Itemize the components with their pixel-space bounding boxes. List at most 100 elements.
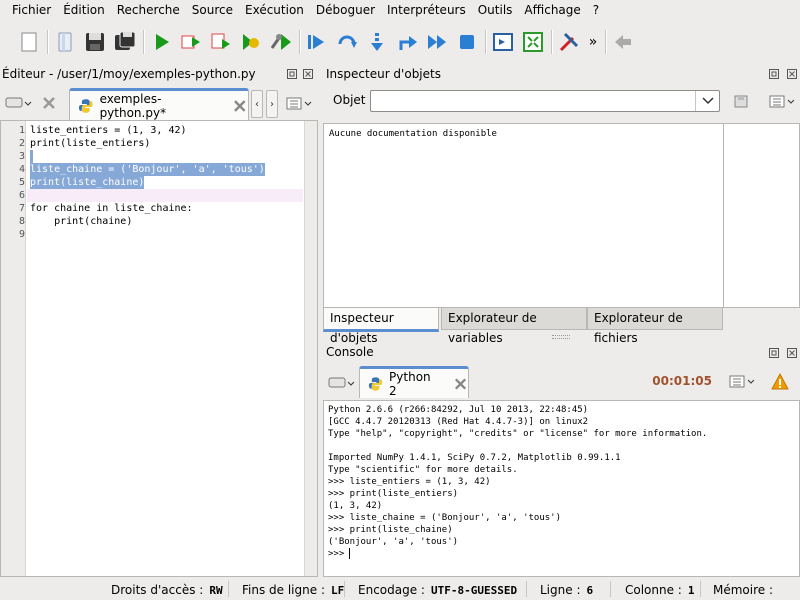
chevron-down-icon[interactable] bbox=[695, 91, 719, 111]
line-number: 2 bbox=[18, 138, 25, 149]
maximize-pane-icon[interactable] bbox=[488, 27, 518, 57]
object-label: Objet bbox=[333, 93, 366, 107]
debug-icon[interactable] bbox=[266, 27, 296, 57]
menu-fichier[interactable]: Fichier bbox=[0, 0, 57, 21]
browse-tabs-icon[interactable] bbox=[327, 374, 355, 392]
close-pane-icon[interactable] bbox=[786, 347, 798, 359]
status-memory: Mémoire : bbox=[713, 583, 774, 597]
save-all-icon[interactable] bbox=[110, 27, 140, 57]
stop-icon[interactable] bbox=[452, 27, 482, 57]
new-file-icon[interactable] bbox=[14, 27, 44, 57]
line-number: 5 bbox=[18, 177, 25, 188]
status-access: Droits d'accès : RW bbox=[111, 583, 223, 597]
current-line-highlight bbox=[27, 189, 303, 202]
menu-source[interactable]: Source bbox=[186, 0, 239, 21]
tools-icon[interactable] bbox=[554, 27, 584, 57]
editor-scrollbar[interactable] bbox=[304, 121, 317, 576]
tab-scroll-left-icon[interactable]: ‹ bbox=[251, 90, 263, 118]
console-line: Type "scientific" for more details. bbox=[328, 465, 518, 475]
code-line-selected: print(liste_chaine) bbox=[30, 176, 145, 189]
line-number-gutter: 1 2 3 4 5 6 7 8 9 bbox=[1, 121, 26, 576]
console-line: (1, 3, 42) bbox=[328, 501, 383, 511]
status-separator bbox=[610, 581, 611, 597]
console-tabbar: Python 2 00:01:05 bbox=[323, 364, 800, 400]
run-config-icon[interactable] bbox=[236, 27, 266, 57]
close-pane-icon[interactable] bbox=[302, 68, 314, 80]
lock-icon[interactable] bbox=[733, 93, 749, 109]
run-icon[interactable] bbox=[146, 27, 176, 57]
console-line: [GCC 4.4.7 20120313 (Red Hat 4.4.7-3)] o… bbox=[328, 417, 589, 427]
warning-icon[interactable] bbox=[771, 373, 789, 391]
fullscreen-icon[interactable] bbox=[518, 27, 548, 57]
step-icon[interactable] bbox=[302, 27, 332, 57]
code-line-selected: liste_chaine = ('Bonjour', 'a', 'tous') bbox=[30, 163, 265, 176]
code-line: liste_entiers = (1, 3, 42) bbox=[30, 125, 187, 136]
console-line: Type "help", "copyright", "credits" or "… bbox=[328, 429, 708, 439]
inspector-tabs: Inspecteur d'objets Explorateur de varia… bbox=[323, 308, 800, 345]
menu-deboguer[interactable]: Déboguer bbox=[310, 0, 381, 21]
continue-icon[interactable] bbox=[392, 27, 422, 57]
console-line: >>> liste_chaine = ('Bonjour', 'a', 'tou… bbox=[328, 513, 561, 523]
run-selection-icon[interactable] bbox=[176, 27, 206, 57]
tab-explorateur-fichiers[interactable]: Explorateur de fichiers bbox=[587, 308, 723, 345]
step-return-icon[interactable] bbox=[362, 27, 392, 57]
tab-label: Python 2 bbox=[389, 369, 431, 398]
line-number: 8 bbox=[18, 216, 25, 227]
browse-tabs-icon[interactable] bbox=[4, 94, 32, 112]
documentation-text: Aucune documentation disponible bbox=[329, 129, 497, 139]
tab-close-icon[interactable] bbox=[232, 98, 248, 114]
tab-exemples-python[interactable]: exemples-python.py* bbox=[69, 88, 249, 120]
line-number: 7 bbox=[18, 203, 25, 214]
inspector-options-icon[interactable] bbox=[768, 94, 796, 110]
fast-forward-icon[interactable] bbox=[422, 27, 452, 57]
menu-outils[interactable]: Outils bbox=[472, 0, 519, 21]
close-tab-icon[interactable] bbox=[40, 94, 58, 112]
editor-tabbar: exemples-python.py* ‹ › bbox=[0, 84, 318, 120]
tab-scroll-right-icon[interactable]: › bbox=[266, 90, 278, 118]
console-timer: 00:01:05 bbox=[652, 374, 712, 388]
tab-explorateur-variables[interactable]: Explorateur de variables bbox=[441, 308, 587, 345]
editor-options-icon[interactable] bbox=[285, 96, 313, 112]
text-cursor bbox=[349, 548, 350, 559]
menu-recherche[interactable]: Recherche bbox=[111, 0, 186, 21]
console-line: >>> print(liste_chaine) bbox=[328, 525, 453, 535]
console-output[interactable]: Python 2.6.6 (r266:84292, Jul 10 2013, 2… bbox=[323, 400, 800, 577]
undock-icon[interactable] bbox=[768, 68, 780, 80]
tab-label: exemples-python.py* bbox=[99, 91, 167, 120]
console-line: Python 2.6.6 (r266:84292, Jul 10 2013, 2… bbox=[328, 405, 589, 415]
tab-close-icon[interactable] bbox=[453, 376, 468, 392]
console-line: >>> print(liste_entiers) bbox=[328, 489, 459, 499]
line-number: 6 bbox=[18, 190, 25, 201]
step-into-icon[interactable] bbox=[332, 27, 362, 57]
toolbar-overflow-button[interactable]: » bbox=[584, 27, 602, 57]
object-combobox[interactable] bbox=[370, 90, 720, 112]
status-encoding: Encodage : UTF-8-GUESSED bbox=[358, 583, 518, 597]
menu-execution[interactable]: Exécution bbox=[239, 0, 310, 21]
close-pane-icon[interactable] bbox=[786, 68, 798, 80]
console-pane-title: Console bbox=[326, 345, 374, 359]
status-eol: Fins de ligne : LF bbox=[242, 583, 345, 597]
save-icon[interactable] bbox=[80, 27, 110, 57]
documentation-side-panel bbox=[724, 123, 800, 308]
menu-help[interactable]: ? bbox=[587, 0, 605, 21]
status-separator bbox=[526, 581, 527, 597]
open-file-icon[interactable] bbox=[50, 27, 80, 57]
console-options-icon[interactable] bbox=[728, 374, 756, 390]
splitter-handle[interactable] bbox=[552, 335, 570, 339]
undock-icon[interactable] bbox=[768, 347, 780, 359]
undock-icon[interactable] bbox=[286, 68, 298, 80]
code-editor[interactable]: 1 2 3 4 5 6 7 8 9 liste_entiers = (1, 3,… bbox=[0, 120, 318, 577]
python-file-icon bbox=[78, 98, 93, 113]
menu-affichage[interactable]: Affichage bbox=[518, 0, 586, 21]
console-prompt[interactable]: >>> bbox=[328, 548, 350, 560]
status-line: Ligne :6 bbox=[540, 583, 594, 597]
back-icon[interactable] bbox=[608, 27, 638, 57]
menu-edition[interactable]: Édition bbox=[57, 0, 111, 21]
python-icon bbox=[368, 376, 383, 391]
menu-interpreteurs[interactable]: Interpréteurs bbox=[381, 0, 472, 21]
run-cell-icon[interactable] bbox=[206, 27, 236, 57]
tab-python-2[interactable]: Python 2 bbox=[359, 366, 469, 398]
line-number: 9 bbox=[18, 229, 25, 240]
inspector-pane-title: Inspecteur d'objets bbox=[326, 67, 441, 81]
tab-inspecteur-objets[interactable]: Inspecteur d'objets bbox=[323, 308, 439, 345]
